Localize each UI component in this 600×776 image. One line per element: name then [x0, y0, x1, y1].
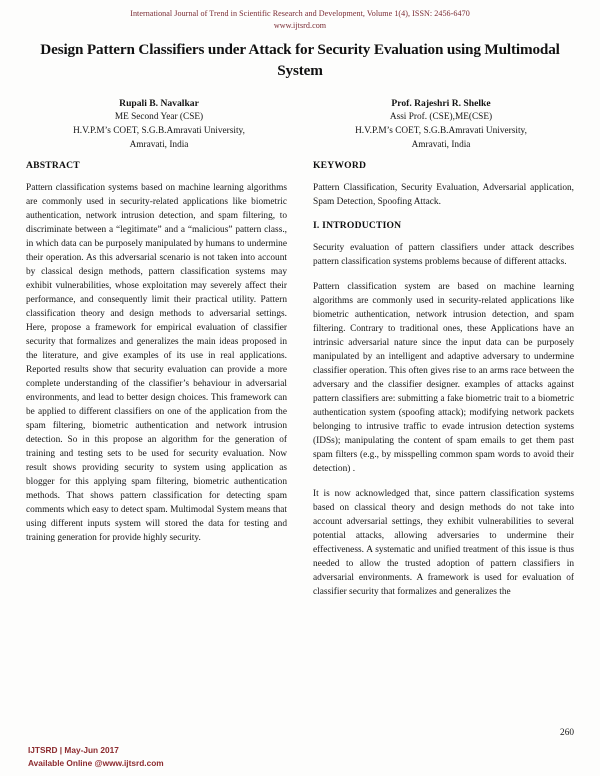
journal-website[interactable]: www.ijtsrd.com: [0, 20, 600, 32]
footer-url-line[interactable]: Available Online @www.ijtsrd.com: [28, 757, 164, 770]
journal-running-header: International Journal of Trend in Scient…: [0, 0, 600, 31]
body-columns: ABSTRACT Pattern classification systems …: [0, 160, 600, 599]
right-column: KEYWORD Pattern Classification, Security…: [311, 160, 574, 599]
intro-paragraph-1: Security evaluation of pattern classifie…: [313, 243, 574, 268]
author-location: Amravati, India: [411, 139, 471, 150]
keyword-heading: KEYWORD: [313, 160, 367, 171]
page-title: Design Pattern Classifiers under Attack …: [40, 41, 560, 79]
page-footer: IJTSRD | May-Jun 2017 Available Online @…: [28, 744, 164, 769]
author-block-first: Rupali B. Navalkar ME Second Year (CSE) …: [18, 97, 300, 153]
left-column: ABSTRACT Pattern classification systems …: [26, 160, 289, 599]
author-location: Amravati, India: [129, 139, 189, 150]
author-role: Assi Prof. (CSE),ME(CSE): [389, 112, 493, 123]
intro-paragraph-2: Pattern classification system are based …: [313, 282, 574, 475]
author-block-second: Prof. Rajeshri R. Shelke Assi Prof. (CSE…: [300, 97, 582, 153]
journal-name-line: International Journal of Trend in Scient…: [130, 9, 470, 18]
author-name: Prof. Rajeshri R. Shelke: [391, 97, 491, 109]
author-name: Rupali B. Navalkar: [119, 97, 199, 109]
abstract-paragraph: Pattern classification systems based on …: [26, 183, 287, 544]
author-block-container: Rupali B. Navalkar ME Second Year (CSE) …: [0, 97, 600, 153]
intro-paragraph-3: It is now acknowledged that, since patte…: [313, 489, 574, 598]
page-number: 260: [560, 728, 574, 738]
author-role: ME Second Year (CSE): [114, 112, 204, 123]
introduction-heading: I. INTRODUCTION: [313, 220, 402, 232]
footer-issue-line: IJTSRD | May-Jun 2017: [28, 745, 119, 755]
author-affiliation: H.V.P.M’s COET, S.G.B.Amravati Universit…: [355, 126, 527, 137]
paper-page: International Journal of Trend in Scient…: [0, 0, 600, 776]
abstract-heading: ABSTRACT: [26, 160, 80, 171]
keyword-paragraph: Pattern Classification, Security Evaluat…: [313, 183, 574, 208]
author-affiliation: H.V.P.M’s COET, S.G.B.Amravati Universit…: [73, 126, 245, 137]
